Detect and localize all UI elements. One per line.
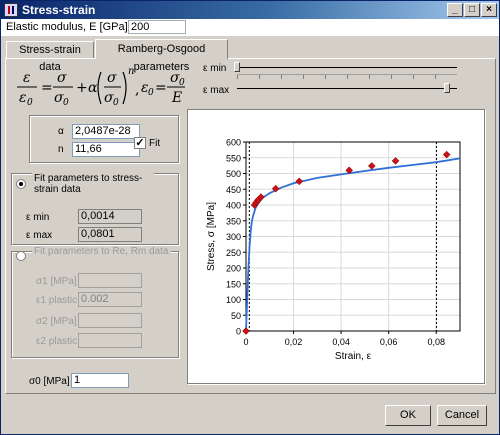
y-axis-label: Stress, σ [MPa] (206, 202, 217, 271)
tab-ramberg-osgood[interactable]: Ramberg-Osgood parameters (95, 39, 228, 73)
chart-frame: 0 50 100 150 200 250 300 350 400 450 500 550 600 0 0,0… (187, 109, 485, 384)
svg-text:=: = (41, 80, 53, 96)
y-tick-label: 50 (231, 311, 241, 321)
svg-text:+: + (76, 80, 88, 96)
svg-text:σ: σ (57, 70, 67, 86)
emin-slider-track[interactable] (237, 67, 457, 68)
dialog-window: Stress-strain _ □ × Elastic modulus, E [… (0, 0, 500, 435)
alpha-input[interactable]: 2,0487e-28 (72, 124, 140, 139)
svg-text:=: = (155, 80, 167, 96)
fit-re-rm-title: Fit parameters to Re, Rm data (32, 246, 171, 257)
y-tick-label: 500 (226, 169, 241, 179)
eps2-label: ε2 plastic (36, 336, 78, 347)
n-input[interactable]: 11,66 (72, 142, 140, 157)
modulus-label: Elastic modulus, E [GPa] (6, 21, 128, 33)
emin-slider-label: ε min (203, 63, 227, 74)
fit-stress-strain-title: Fit parameters to stress-strain data (32, 173, 154, 195)
svg-text:0: 0 (27, 98, 33, 108)
fit-stress-strain-radio[interactable] (16, 179, 26, 189)
tab-stress-strain-data[interactable]: Stress-strain data (6, 41, 94, 73)
modulus-input[interactable]: 200 (128, 20, 186, 34)
params-box: α 2,0487e-28 n 11,66 ✓ Fit (29, 115, 179, 163)
svg-text:0: 0 (148, 88, 154, 98)
x-tick-label: 0,06 (380, 337, 398, 347)
x-tick-label: 0,04 (332, 337, 350, 347)
app-icon (4, 3, 18, 17)
stress-strain-chart: 0 50 100 150 200 250 300 350 400 450 500 550 600 0 0,0… (206, 138, 461, 362)
y-tick-label: 200 (226, 264, 241, 274)
y-tick-label: 550 (226, 153, 241, 163)
sigma1-label: σ1 [MPa] (36, 276, 77, 287)
sigma1-input[interactable] (78, 273, 142, 288)
fit-re-rm-radio[interactable] (16, 251, 26, 261)
cancel-button[interactable]: Cancel (437, 405, 487, 426)
emax-slider-thumb[interactable] (443, 83, 450, 93)
emin-field: 0,0014 (78, 209, 142, 224)
y-tick-label: 600 (226, 138, 241, 148)
y-tick-label: 300 (226, 232, 241, 242)
window-title: Stress-strain (22, 3, 96, 17)
n-label: n (58, 144, 64, 155)
x-tick-label: 0,02 (285, 337, 303, 347)
y-tick-label: 0 (236, 327, 241, 337)
minimize-button[interactable]: _ (447, 3, 463, 17)
ok-button[interactable]: OK (385, 405, 431, 426)
emax-field: 0,0801 (78, 227, 142, 242)
svg-text:0: 0 (63, 98, 69, 108)
sigma2-label: σ2 [MPa] (36, 316, 77, 327)
x-axis-label: Strain, ε (335, 351, 372, 362)
svg-text:ε: ε (23, 70, 31, 86)
title-bar[interactable]: Stress-strain _ □ × (1, 1, 499, 19)
y-tick-label: 450 (226, 185, 241, 195)
fit-re-rm-group: σ1 [MPa] ε1 plastic 0.002 σ2 [MPa] ε2 pl… (11, 251, 179, 358)
eps1-input[interactable]: 0.002 (78, 292, 142, 307)
sigma0-label: σ0 [MPa] (29, 376, 70, 387)
svg-text:0: 0 (113, 98, 119, 108)
eps1-label: ε1 plastic (36, 295, 78, 306)
emax-slider-label: ε max (203, 85, 230, 96)
emin-slider-thumb[interactable] (234, 62, 240, 72)
y-tick-label: 350 (226, 216, 241, 226)
y-tick-label: 100 (226, 295, 241, 305)
alpha-label: α (58, 126, 64, 137)
svg-text:,: , (135, 82, 139, 98)
emin-label: ε min (26, 212, 50, 223)
close-button[interactable]: × (481, 3, 497, 17)
y-tick-label: 150 (226, 279, 241, 289)
emax-label: ε max (26, 230, 53, 241)
sigma2-input[interactable] (78, 313, 142, 328)
svg-text:E: E (171, 90, 182, 106)
maximize-button[interactable]: □ (464, 3, 480, 17)
modulus-row: Elastic modulus, E [GPa] 200 (1, 19, 499, 36)
y-tick-label: 250 (226, 248, 241, 258)
emin-slider-ticks (237, 74, 457, 79)
x-tick-label: 0 (243, 337, 248, 347)
sigma0-input[interactable]: 1 (71, 373, 129, 388)
emax-slider-track[interactable] (237, 88, 457, 89)
y-tick-label: 400 (226, 201, 241, 211)
svg-text:ε: ε (19, 90, 27, 106)
svg-text:σ: σ (107, 70, 117, 86)
eps2-input[interactable] (78, 333, 142, 348)
svg-text:α: α (88, 80, 98, 96)
fit-label: Fit (149, 138, 161, 149)
fit-checkbox[interactable]: ✓ (134, 137, 146, 149)
x-tick-label: 0,08 (427, 337, 445, 347)
